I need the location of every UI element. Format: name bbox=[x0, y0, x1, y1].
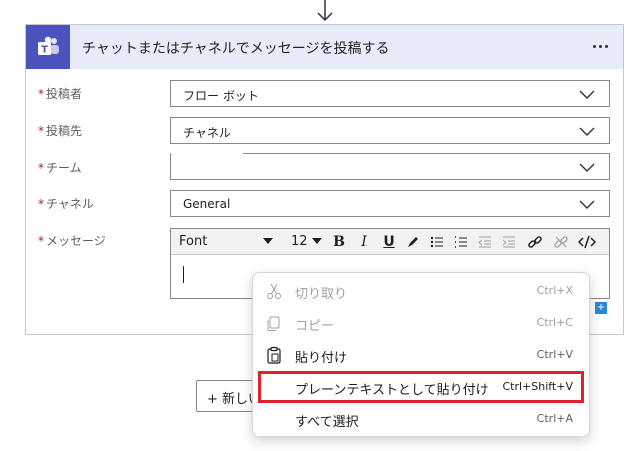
field-label-post-in: * 投稿先 bbox=[38, 124, 83, 138]
menu-item-paste-shortcut: Ctrl+V bbox=[536, 348, 573, 361]
font-size-caret-icon[interactable] bbox=[312, 238, 322, 244]
code-view-icon[interactable] bbox=[577, 232, 597, 252]
outdent-icon[interactable] bbox=[475, 232, 495, 252]
menu-item-cut[interactable]: 切り取り Ctrl+X bbox=[253, 275, 589, 307]
field-label-team: * チーム bbox=[38, 161, 82, 175]
field-label-poster: * 投稿者 bbox=[38, 87, 83, 101]
rich-text-toolbar: Font 12 B I U bbox=[171, 229, 609, 255]
highlight-pen-icon[interactable] bbox=[403, 232, 423, 252]
font-size-dropdown[interactable]: 12 bbox=[291, 234, 308, 249]
underline-button[interactable]: U bbox=[379, 232, 399, 252]
field-label-channel: * チャネル bbox=[38, 197, 94, 211]
bullet-list-icon[interactable] bbox=[427, 232, 447, 252]
link-icon[interactable] bbox=[525, 232, 545, 252]
menu-item-copy-label: コピー bbox=[295, 319, 335, 334]
post-in-select-value: チャネル bbox=[183, 126, 231, 140]
font-dropdown-caret-icon[interactable] bbox=[263, 238, 273, 244]
arrow-down-icon bbox=[317, 0, 333, 22]
chevron-down-icon bbox=[579, 127, 595, 136]
bold-button[interactable]: B bbox=[329, 232, 349, 252]
channel-select-value: General bbox=[183, 197, 231, 211]
menu-item-copy[interactable]: コピー Ctrl+C bbox=[253, 307, 589, 339]
channel-select[interactable]: General bbox=[170, 190, 610, 217]
add-dynamic-content-icon[interactable]: + bbox=[595, 302, 607, 314]
menu-item-select-all[interactable]: すべて選択 Ctrl+A bbox=[253, 403, 589, 435]
italic-button[interactable]: I bbox=[354, 232, 374, 252]
numbered-list-icon[interactable] bbox=[451, 232, 471, 252]
poster-select[interactable]: フロー ボット bbox=[170, 80, 610, 107]
chevron-down-icon bbox=[579, 163, 595, 172]
team-select-border-gap bbox=[171, 153, 243, 157]
scissors-icon bbox=[267, 283, 281, 299]
team-select[interactable] bbox=[170, 153, 610, 180]
menu-item-select-all-shortcut: Ctrl+A bbox=[536, 412, 573, 425]
action-card-title: チャットまたはチャネルでメッセージを投稿する bbox=[82, 41, 390, 57]
copy-icon bbox=[267, 316, 280, 331]
poster-select-value: フロー ボット bbox=[183, 89, 259, 103]
menu-item-paste[interactable]: 貼り付け Ctrl+V bbox=[253, 339, 589, 371]
menu-item-select-all-label: すべて選択 bbox=[295, 415, 359, 430]
svg-text:T: T bbox=[41, 45, 48, 56]
text-cursor bbox=[183, 266, 184, 283]
font-family-dropdown[interactable]: Font bbox=[179, 234, 207, 249]
indent-icon[interactable] bbox=[499, 232, 519, 252]
post-in-select[interactable]: チャネル bbox=[170, 117, 610, 144]
teams-icon: T bbox=[26, 25, 70, 69]
unlink-icon[interactable] bbox=[551, 232, 571, 252]
menu-item-cut-shortcut: Ctrl+X bbox=[536, 284, 573, 297]
action-card-header[interactable]: T チャットまたはチャネルでメッセージを投稿する bbox=[26, 25, 623, 69]
more-options-icon[interactable] bbox=[587, 35, 613, 57]
menu-item-paste-label: 貼り付け bbox=[295, 351, 348, 366]
flow-designer-canvas: T チャットまたはチャネルでメッセージを投稿する * 投稿者 フロー ボット * 投… bbox=[0, 0, 636, 451]
clipboard-icon bbox=[267, 346, 281, 364]
highlight-box bbox=[258, 371, 584, 403]
chevron-down-icon bbox=[579, 90, 595, 99]
chevron-down-icon bbox=[579, 200, 595, 209]
context-menu: 切り取り Ctrl+X コピー Ctrl+C 貼り付け Ctrl+V プレーンテ… bbox=[252, 272, 590, 437]
menu-item-copy-shortcut: Ctrl+C bbox=[536, 316, 573, 329]
menu-item-cut-label: 切り取り bbox=[295, 287, 348, 302]
field-label-message: * メッセージ bbox=[38, 234, 106, 248]
